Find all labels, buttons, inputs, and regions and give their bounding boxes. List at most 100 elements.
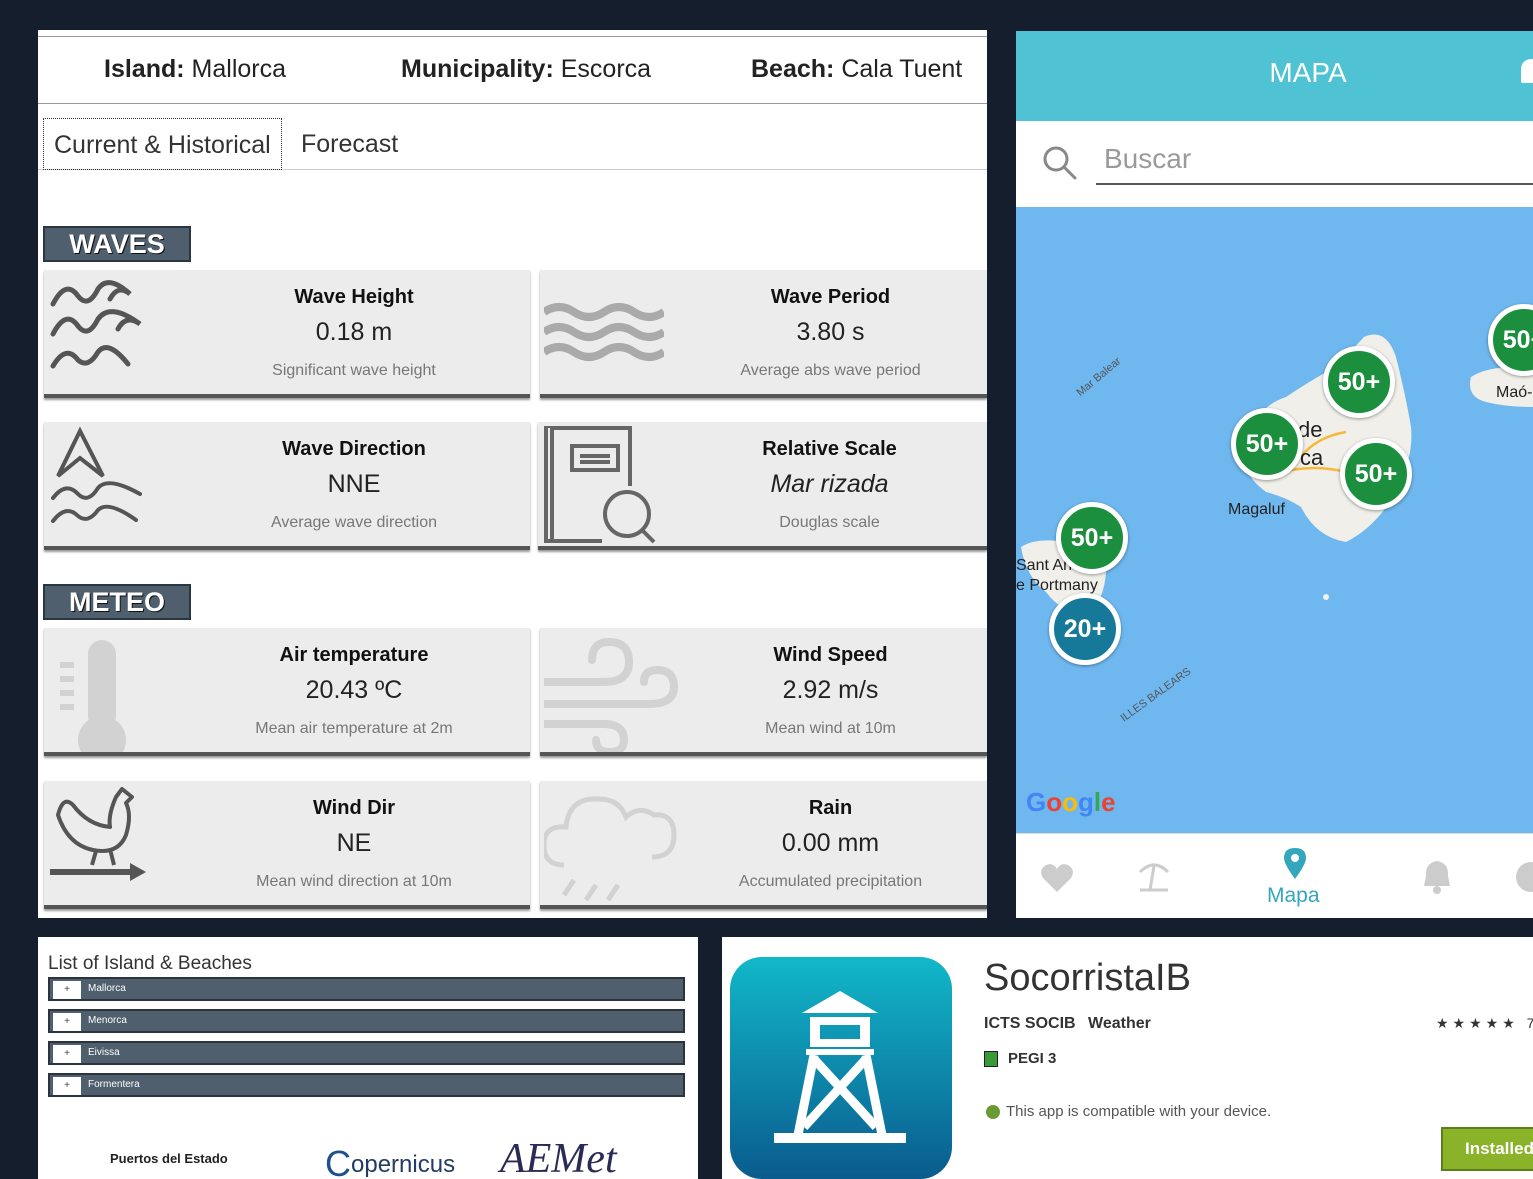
beach-list-panel: List of Island & Beaches + Mallorca + Me… — [38, 937, 698, 1179]
map-cluster-marker[interactable]: 50+ — [1340, 438, 1412, 510]
card-description: Mean air temperature at 2m — [255, 720, 453, 737]
card-title: Air temperature — [279, 644, 429, 666]
card-value: 2.92 m/s — [782, 676, 879, 704]
app-icon[interactable] — [730, 957, 952, 1179]
expand-button[interactable]: + — [53, 1013, 81, 1031]
card-value: Mar rizada — [770, 470, 889, 498]
map-label-magaluf: Magaluf — [1228, 501, 1285, 518]
waves-icon — [50, 280, 142, 369]
list-item-eivissa[interactable]: + Eivissa — [48, 1041, 685, 1065]
card-description: Douglas scale — [779, 514, 880, 531]
island-field: Island: Mallorca — [104, 55, 287, 83]
card-title: Wave Direction — [282, 438, 426, 460]
map-label-fragment-2: ca — [1300, 445, 1324, 470]
card-title: Wave Period — [770, 286, 891, 308]
compatibility-notice: This app is compatible with your device. — [986, 1103, 1271, 1120]
pegi-badge-icon — [984, 1051, 998, 1068]
card-description: Accumulated precipitation — [738, 873, 923, 890]
aemet-logo: AEMet — [500, 1136, 617, 1179]
card-description: Average wave direction — [270, 514, 438, 531]
card-description: Mean wind at 10m — [765, 720, 896, 737]
card-value: 0.18 m — [315, 318, 393, 346]
card-value: 20.43 ºC — [305, 676, 403, 704]
map-panel: MAPA Magaluf Maó- Sant An e Portmany — [1016, 31, 1533, 918]
expand-button[interactable]: + — [53, 1045, 81, 1063]
card-value: 3.80 s — [796, 318, 865, 346]
municipality-field: Municipality: Escorca — [401, 55, 652, 83]
wind-dir-card: Wind Dir NE Mean wind direction at 10m — [44, 781, 530, 909]
card-title: Wind Dir — [312, 797, 396, 819]
list-item-menorca[interactable]: + Menorca — [48, 1009, 685, 1033]
island-value: Mallorca — [191, 55, 287, 83]
wave-direction-icon — [51, 426, 142, 523]
google-logo: Google — [1026, 787, 1116, 817]
map-cluster-marker[interactable]: 50+ — [1323, 346, 1395, 418]
tab-current-historical[interactable]: Current & Historical — [43, 118, 282, 170]
favorites-heart-icon[interactable] — [1040, 862, 1074, 894]
bell-icon[interactable] — [1420, 858, 1454, 896]
developer-link[interactable]: ICTS SOCIB — [984, 1015, 1076, 1033]
weathervane-rooster-icon — [50, 787, 146, 881]
tab-bar: Current & Historical Forecast — [38, 118, 987, 170]
location-header: Island: Mallorca Municipality: Escorca B… — [38, 36, 987, 104]
beach-umbrella-icon[interactable] — [1136, 858, 1172, 894]
card-title: Wave Height — [294, 286, 414, 308]
wave-direction-card: Wave Direction NNE Average wave directio… — [44, 422, 530, 550]
card-title: Relative Scale — [762, 438, 897, 460]
rating-stars: ★★★★★ 7 — [1436, 1015, 1533, 1031]
section-meteo: METEO — [43, 584, 191, 620]
map-header: MAPA — [1016, 31, 1533, 121]
map-title: MAPA — [1269, 57, 1347, 88]
wind-icon — [544, 637, 679, 752]
beach-field: Beach: Cala Tuent — [751, 55, 963, 83]
info-icon[interactable] — [1514, 860, 1533, 894]
wind-speed-card: Wind Speed 2.92 m/s Mean wind at 10m — [540, 628, 987, 756]
municipality-value: Escorca — [560, 55, 652, 83]
map-cluster-marker[interactable]: 50+ — [1056, 502, 1128, 574]
card-value: NNE — [327, 470, 381, 498]
expand-button[interactable]: + — [53, 981, 81, 999]
tab-forecast[interactable]: Forecast — [291, 118, 408, 170]
rain-card: Rain 0.00 mm Accumulated precipitation — [540, 781, 987, 909]
map-search-bar — [1016, 121, 1533, 207]
list-item-formentera[interactable]: + Formentera — [48, 1073, 685, 1097]
content-rating: PEGI 3 — [984, 1050, 1056, 1068]
app-name: SocorristaIB — [984, 957, 1191, 999]
list-item-label: Formentera — [88, 1079, 140, 1090]
card-title: Wind Speed — [773, 644, 888, 666]
card-description: Average abs wave period — [740, 362, 921, 379]
beach-detail-panel: Island: Mallorca Municipality: Escorca B… — [38, 30, 987, 918]
bottom-navigation: Mapa — [1016, 833, 1533, 918]
list-title: List of Island & Beaches — [48, 953, 252, 974]
section-waves: WAVES — [43, 226, 191, 262]
category-link[interactable]: Weather — [1088, 1015, 1151, 1033]
map-cluster-marker[interactable]: 50+ — [1231, 408, 1303, 480]
air-temperature-card: Air temperature 20.43 ºC Mean air temper… — [44, 628, 530, 756]
nav-label-mapa[interactable]: Mapa — [1267, 884, 1320, 908]
notification-icon[interactable] — [1521, 59, 1533, 83]
book-search-icon — [544, 426, 656, 544]
rain-cloud-icon — [544, 796, 677, 902]
card-value: 0.00 mm — [781, 829, 880, 857]
wave-period-card: Wave Period 3.80 s Average abs wave peri… — [540, 270, 987, 398]
card-title: Rain — [808, 797, 853, 819]
map-canvas[interactable]: Magaluf Maó- Sant An e Portmany de ca Ma… — [1016, 207, 1533, 833]
search-input[interactable] — [1096, 135, 1533, 185]
search-icon[interactable] — [1042, 145, 1078, 181]
beach-value: Cala Tuent — [841, 55, 963, 83]
lifeguard-tower-icon — [774, 991, 906, 1143]
list-item-label: Eivissa — [88, 1047, 120, 1058]
wave-lines-icon — [544, 303, 664, 361]
map-label-mao: Maó- — [1496, 384, 1533, 401]
list-item-mallorca[interactable]: + Mallorca — [48, 977, 685, 1001]
thermometer-icon — [60, 640, 126, 752]
map-cluster-marker[interactable]: 20+ — [1049, 593, 1121, 665]
relative-scale-card: Relative Scale Mar rizada Douglas scale — [538, 422, 987, 550]
expand-button[interactable]: + — [53, 1077, 81, 1095]
wave-height-card: Wave Height 0.18 m Significant wave heig… — [44, 270, 530, 398]
card-description: Significant wave height — [272, 362, 436, 379]
map-pin-icon[interactable] — [1282, 846, 1308, 880]
copernicus-logo: Copernicus — [325, 1143, 455, 1179]
installed-button[interactable]: Installed — [1441, 1127, 1533, 1171]
card-value: NE — [336, 829, 372, 857]
